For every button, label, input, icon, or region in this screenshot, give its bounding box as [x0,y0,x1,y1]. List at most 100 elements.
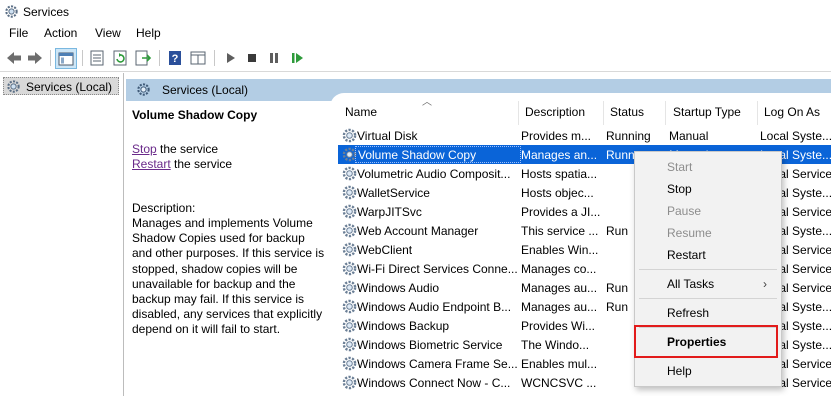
svg-text:?: ? [172,53,179,65]
service-gear-icon [342,128,357,143]
column-header-description[interactable]: Description [525,105,585,119]
service-detail-panel: Volume Shadow Copy Stop the service Rest… [126,101,330,396]
tree-item-services-local[interactable]: Services (Local) [3,77,119,95]
toolbar-separator [50,50,51,66]
help-icon[interactable]: ? [166,49,184,67]
column-header-startup-type[interactable]: Startup Type [673,105,741,119]
stop-suffix: the service [156,142,219,156]
menu-item-refresh[interactable]: Refresh [667,306,709,320]
column-header-status[interactable]: Status [610,105,644,119]
service-name: WarpJITSvc [357,205,422,219]
service-description-cell: Enables mul... [521,357,598,371]
service-description-cell: This service ... [521,224,599,238]
restart-service-link[interactable]: Restart [132,157,171,171]
menu-item-restart[interactable]: Restart [667,248,706,262]
service-name: Windows Connect Now - C... [357,376,511,390]
column-divider[interactable] [757,101,758,125]
export-list-icon[interactable] [134,49,152,67]
menu-separator [639,269,777,270]
service-name: WalletService [357,186,430,200]
service-gear-icon [342,337,357,352]
column-divider[interactable] [665,101,666,125]
menu-item-help[interactable]: Help [667,364,692,378]
menu-view[interactable]: View [95,26,121,40]
menu-separator [639,298,777,299]
service-gear-icon [342,185,357,200]
service-name: Virtual Disk [357,129,418,143]
menu-item-resume: Resume [667,226,712,240]
service-description: Manages and implements Volume Shadow Cop… [132,216,325,337]
window-title: Services [23,5,70,19]
stop-service-link[interactable]: Stop [132,142,157,156]
service-description-cell: Provides m... [521,129,592,143]
service-description-cell: Enables Win... [521,243,599,257]
pane-header-label: Services (Local) [162,83,249,97]
pause-icon[interactable] [265,49,283,67]
menu-action[interactable]: Action [44,26,77,40]
table-row[interactable]: Virtual Disk Provides m... Running Manual Lo… [338,126,831,145]
service-gear-icon [342,299,357,314]
properties-icon[interactable] [88,49,106,67]
play-icon[interactable] [221,49,239,67]
service-description-cell: WCNCSVC ... [521,376,597,390]
service-description-cell: The Windo... [521,338,590,352]
service-gear-icon [342,280,357,295]
service-gear-icon [342,204,357,219]
service-name: Windows Backup [357,319,450,333]
service-status: Running [606,129,651,143]
service-name: WebClient [357,243,413,257]
view-icon[interactable] [189,49,207,67]
tree-item-label: Services (Local) [26,80,113,94]
service-description-cell: Manages au... [521,281,598,295]
description-label: Description: [132,201,196,215]
refresh-icon[interactable] [111,49,129,67]
show-hide-tree-icon[interactable] [55,48,77,69]
toolbar-separator [214,50,215,66]
service-name: Windows Biometric Service [357,338,503,352]
service-gear-icon [342,318,357,333]
service-gear-icon [342,242,357,257]
service-gear-icon [342,166,357,181]
service-description-cell: Hosts spatia... [521,167,598,181]
column-header-name[interactable]: Name [345,105,377,119]
column-divider[interactable] [603,101,604,125]
service-description-cell: Manages au... [521,300,598,314]
service-gear-icon [342,375,357,390]
service-gear-icon [342,356,357,371]
submenu-arrow-icon: › [763,277,767,291]
restart-icon[interactable] [288,49,306,67]
stop-action-line: Stop the service [132,142,218,156]
menu-item-start: Start [667,160,693,174]
menu-item-stop[interactable]: Stop [667,182,692,196]
service-gear-icon [342,261,357,276]
service-log-on-as: Local Syste... [760,129,831,143]
service-name: Web Account Manager [357,224,479,238]
menu-item-pause: Pause [667,204,702,218]
service-startup-type: Manual [669,129,709,143]
service-name: Windows Camera Frame Se... [357,357,518,371]
menu-file[interactable]: File [9,26,28,40]
column-divider[interactable] [518,101,519,125]
service-gear-icon [342,223,357,238]
service-description-cell: Hosts objec... [521,186,594,200]
menu-help[interactable]: Help [136,26,161,40]
services-gear-icon [137,83,150,96]
menu-bar: File Action View Help [0,23,831,43]
service-name: Volumetric Audio Composit... [357,167,511,181]
toolbar-separator [159,50,160,66]
service-name: Wi-Fi Direct Services Conne... [357,262,518,276]
column-header-log-on-as[interactable]: Log On As [764,105,820,119]
detail-service-title: Volume Shadow Copy [132,108,258,122]
menu-item-all-tasks[interactable]: All Tasks [667,277,714,291]
console-tree: Services (Local) [0,73,124,396]
service-description-cell: Manages an... [521,148,598,162]
service-name: Windows Audio Endpoint B... [357,300,512,314]
stop-icon[interactable] [243,49,261,67]
toolbar: ? [0,44,831,72]
service-description-cell: Provides a JI... [521,205,601,219]
forward-icon[interactable] [26,49,44,67]
services-gear-icon [7,80,20,93]
service-description-cell: Provides Wi... [521,319,596,333]
back-icon[interactable] [5,49,23,67]
service-name: Volume Shadow Copy [355,146,521,163]
